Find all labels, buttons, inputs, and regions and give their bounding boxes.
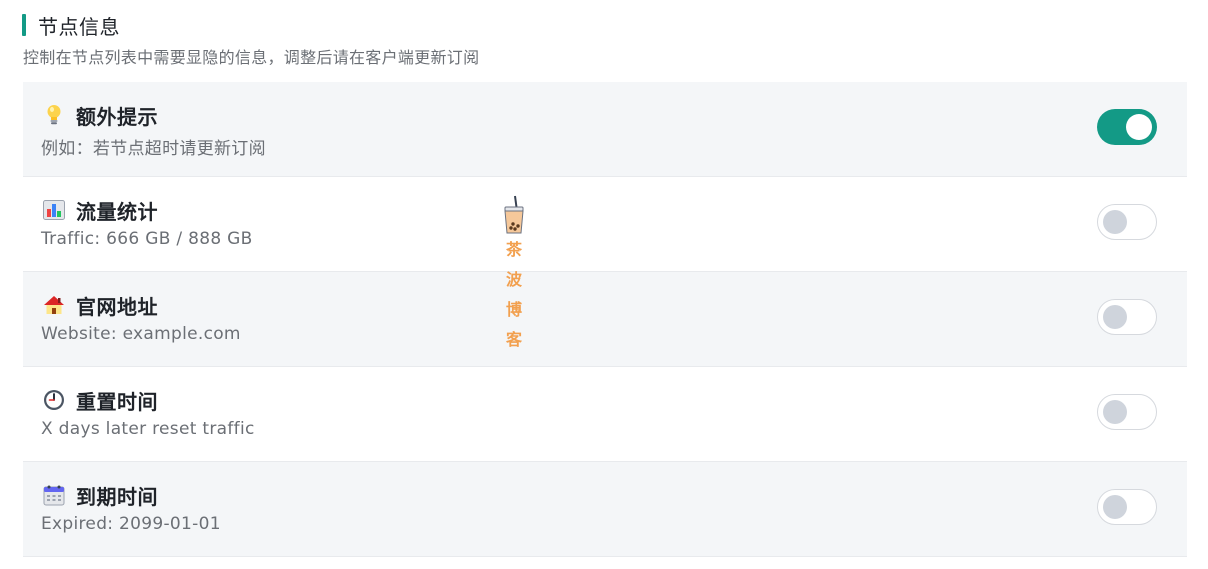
calendar-icon (43, 484, 65, 506)
item-subtitle: 例如：若节点超时请更新订阅 (41, 139, 266, 159)
item-title: 重置时间 (76, 390, 158, 414)
website-toggle[interactable] (1097, 299, 1157, 335)
lightbulb-icon (43, 104, 65, 126)
section-title: 节点信息 (38, 14, 120, 39)
extra-tip-toggle[interactable] (1097, 109, 1157, 145)
title-accent-bar (22, 14, 26, 36)
section-title-row: 节点信息 (22, 11, 479, 39)
list-item-extra-tip: 额外提示 例如：若节点超时请更新订阅 (23, 82, 1187, 177)
watermark-line-1: 茶波 (505, 240, 530, 289)
list-item-reset-time: 重置时间 X days later reset traffic (23, 367, 1187, 462)
toggle-knob (1103, 305, 1127, 329)
bubble-tea-icon (504, 195, 524, 234)
toggle-knob (1103, 495, 1127, 519)
toggle-knob (1126, 114, 1152, 140)
clock-icon (43, 389, 65, 411)
reset-time-toggle[interactable] (1097, 394, 1157, 430)
toggle-knob (1103, 400, 1127, 424)
item-title: 到期时间 (76, 485, 158, 509)
item-subtitle: Expired: 2099-01-01 (41, 514, 221, 534)
watermark-line-2: 博客 (505, 300, 530, 349)
list-item-expire-time: 到期时间 Expired: 2099-01-01 (23, 462, 1187, 557)
item-title: 官网地址 (76, 295, 158, 319)
item-subtitle: X days later reset traffic (41, 419, 255, 439)
bar-chart-icon (43, 199, 65, 221)
section-header: 节点信息 控制在节点列表中需要显隐的信息，调整后请在客户端更新订阅 (22, 11, 479, 68)
node-info-section: 节点信息 控制在节点列表中需要显隐的信息，调整后请在客户端更新订阅 额外提示 例… (0, 0, 1208, 569)
watermark: 茶波 博客 (487, 195, 541, 355)
list-item-website: 官网地址 Website: example.com (23, 272, 1187, 367)
item-title: 额外提示 (76, 105, 158, 129)
expire-time-toggle[interactable] (1097, 489, 1157, 525)
house-icon (43, 294, 65, 316)
item-title: 流量统计 (76, 200, 158, 224)
traffic-stats-toggle[interactable] (1097, 204, 1157, 240)
node-info-list: 额外提示 例如：若节点超时请更新订阅 流量统计 Traffic: 666 GB … (23, 82, 1187, 557)
section-description: 控制在节点列表中需要显隐的信息，调整后请在客户端更新订阅 (23, 48, 480, 67)
list-item-traffic-stats: 流量统计 Traffic: 666 GB / 888 GB (23, 177, 1187, 272)
toggle-knob (1103, 210, 1127, 234)
item-subtitle: Website: example.com (41, 324, 241, 344)
item-subtitle: Traffic: 666 GB / 888 GB (41, 229, 253, 249)
